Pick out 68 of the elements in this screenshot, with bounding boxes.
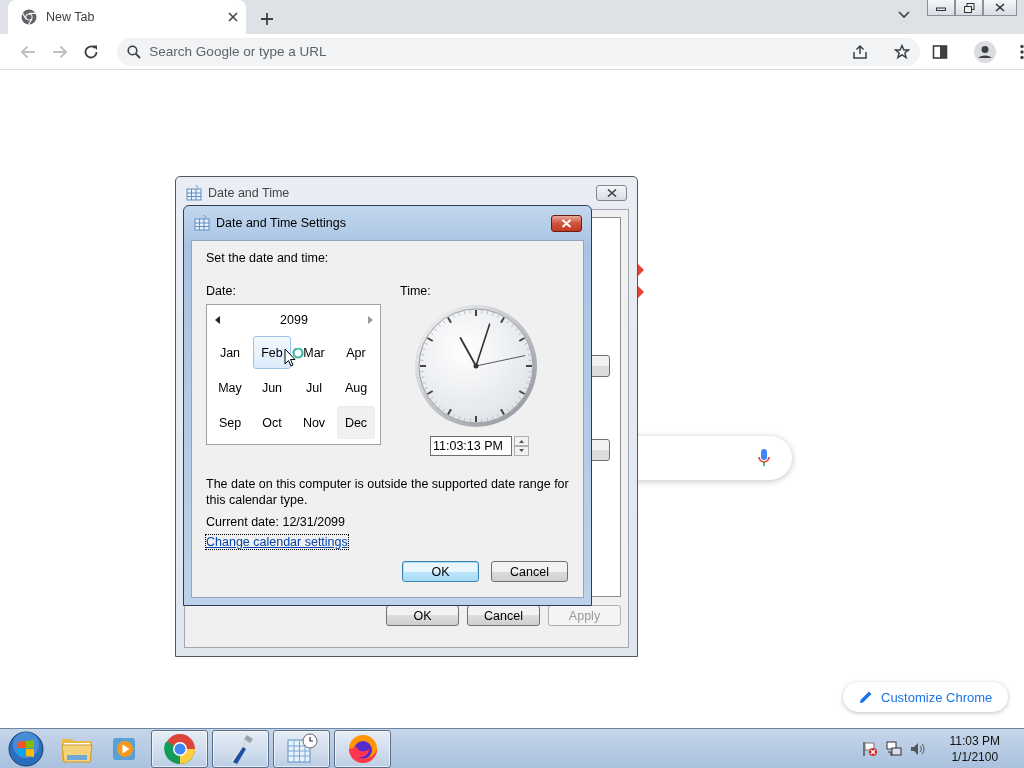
window-title: Date and Time [208,186,291,200]
month-cell[interactable]: Nov [295,406,333,439]
chrome-logo-icon [21,9,37,25]
taskbar-button[interactable] [334,729,391,768]
dialog-button[interactable]: OK [402,561,479,582]
minimize-button[interactable] [927,0,955,16]
right-arrow-icon[interactable] [368,316,373,324]
pencil-icon [859,690,873,704]
close-icon[interactable] [228,12,238,22]
reload-icon[interactable] [83,43,100,60]
current-date-text: Current date: 12/31/2099 [206,515,346,529]
month-cell[interactable]: Oct [253,406,291,439]
time-label: Time: [400,284,432,298]
month-cell[interactable]: Jun [253,371,291,404]
month-cell[interactable]: May [211,371,249,404]
left-arrow-icon[interactable] [215,316,220,324]
calendar-icon [186,185,202,201]
profile-icon[interactable] [974,40,996,63]
taskbar-button[interactable] [212,729,269,768]
window-title: Date and Time Settings [216,216,347,230]
search-icon [127,44,142,59]
dialog-button[interactable]: OK [386,605,459,626]
month-cell[interactable]: Aug [337,371,375,404]
month-cell[interactable]: Jul [295,371,333,404]
side-panel-icon[interactable] [932,43,948,60]
customize-chrome-button[interactable]: Customize Chrome [843,682,1009,712]
time-field[interactable]: 11:03:13 PM [430,436,512,456]
flag-icon[interactable] [861,740,878,757]
address-field[interactable]: Search Google or type a URL [149,44,844,59]
busy-cursor-icon [284,348,304,370]
date-label: Date: [206,284,237,298]
taskbar-button[interactable] [273,729,330,768]
month-cell[interactable]: Sep [211,406,249,439]
close-button[interactable] [551,214,582,232]
month-cell[interactable]: Apr [337,336,375,369]
month-cell[interactable]: Dec [337,406,375,439]
browser-tab[interactable]: New Tab [8,0,246,34]
prompt-text: Set the date and time: [206,251,330,265]
microphone-icon [758,449,770,467]
taskbar-button[interactable] [151,729,208,768]
restore-icon [963,2,975,13]
calendar-settings-link[interactable]: Change calendar settings [206,535,348,549]
month-cell[interactable]: Jan [211,336,249,369]
plus-icon[interactable] [260,12,274,26]
close-icon [561,218,572,228]
clock-date[interactable]: 1/1/2100 [951,748,999,765]
dialog-button[interactable]: Cancel [491,561,568,582]
start-button-icon[interactable] [7,729,45,768]
restore-button[interactable] [955,0,983,16]
message-text: The date on this computer is outside the supported date range for this calendar type. [206,476,569,508]
close-icon [995,3,1005,12]
spinner-icon[interactable] [514,436,529,456]
dialog-button[interactable]: Cancel [467,605,540,626]
minimize-icon [936,4,946,11]
year-label[interactable]: 2099 [280,313,308,327]
share-icon[interactable] [852,43,868,60]
close-button[interactable] [596,185,627,201]
month-cell[interactable]: Feb [253,336,291,369]
menu-icon[interactable] [1020,43,1024,60]
clock-time[interactable]: 11:03 PM [949,732,1000,749]
star-icon[interactable] [894,43,910,60]
close-button[interactable] [983,0,1017,16]
chevron-down-icon[interactable] [897,10,911,20]
address-bar[interactable]: Search Google or type a URL [117,37,920,66]
close-icon [606,189,617,197]
network-icon[interactable] [885,740,902,757]
month-cell[interactable]: Mar [295,336,333,369]
calendar-icon [194,215,210,231]
